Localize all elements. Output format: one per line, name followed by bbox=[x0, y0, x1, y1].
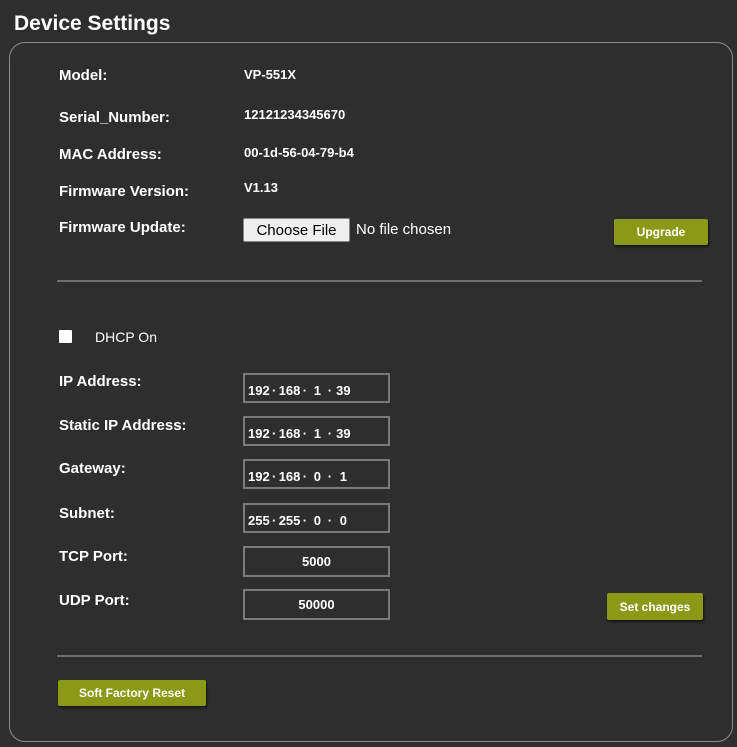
soft-factory-reset-button[interactable]: Soft Factory Reset bbox=[58, 680, 206, 706]
ip-octet: 0 bbox=[339, 513, 348, 528]
ip-octet: 0 bbox=[313, 469, 322, 484]
ip-octet: 1 bbox=[313, 426, 322, 441]
divider bbox=[57, 655, 702, 657]
ip-octet: 39 bbox=[336, 383, 351, 398]
udp-port-input[interactable]: 50000 bbox=[243, 589, 390, 620]
choose-file-button[interactable]: Choose File bbox=[243, 218, 350, 242]
ip-octet: 255 bbox=[278, 513, 301, 528]
static-ip-label: Static IP Address: bbox=[59, 417, 187, 434]
ip-octet: 192 bbox=[248, 383, 270, 398]
model-value: VP-551X bbox=[244, 67, 297, 82]
subnet-label: Subnet: bbox=[59, 505, 115, 522]
static-ip-input[interactable]: 192 · 168 · 1 · 39 bbox=[243, 416, 390, 446]
tcp-port-input[interactable]: 5000 bbox=[243, 546, 390, 577]
ip-octet: 0 bbox=[313, 513, 322, 528]
mac-address-label: MAC Address: bbox=[59, 146, 162, 163]
firmware-version-value: V1.13 bbox=[244, 180, 278, 195]
ip-octet: 192 bbox=[248, 469, 270, 484]
firmware-update-label: Firmware Update: bbox=[59, 219, 186, 236]
ip-octet: 39 bbox=[336, 426, 351, 441]
ip-octet: 168 bbox=[278, 469, 301, 484]
gateway-label: Gateway: bbox=[59, 460, 126, 477]
firmware-version-label: Firmware Version: bbox=[59, 183, 190, 200]
serial-number-value: 12121234345670 bbox=[244, 107, 346, 122]
set-changes-button[interactable]: Set changes bbox=[607, 593, 703, 620]
ip-octet: 192 bbox=[248, 426, 270, 441]
subnet-input[interactable]: 255 · 255 · 0 · 0 bbox=[243, 503, 390, 533]
dhcp-label: DHCP On bbox=[95, 329, 157, 345]
ip-octet: 1 bbox=[339, 469, 348, 484]
ip-octet: 168 bbox=[278, 383, 301, 398]
no-file-chosen-text: No file chosen bbox=[356, 221, 452, 238]
gateway-input[interactable]: 192 · 168 · 0 · 1 bbox=[243, 459, 390, 489]
serial-number-label: Serial_Number: bbox=[59, 109, 170, 126]
divider bbox=[57, 280, 702, 282]
mac-address-value: 00-1d-56-04-79-b4 bbox=[244, 145, 354, 160]
ip-octet: 255 bbox=[248, 513, 270, 528]
page-title: Device Settings bbox=[14, 12, 171, 35]
tcp-port-label: TCP Port: bbox=[59, 548, 128, 565]
ip-octet: 168 bbox=[278, 426, 301, 441]
dhcp-checkbox[interactable] bbox=[59, 330, 72, 343]
ip-address-input[interactable]: 192 · 168 · 1 · 39 bbox=[243, 373, 390, 403]
upgrade-button[interactable]: Upgrade bbox=[614, 219, 708, 245]
ip-octet: 1 bbox=[313, 383, 322, 398]
ip-address-label: IP Address: bbox=[59, 373, 142, 390]
udp-port-label: UDP Port: bbox=[59, 592, 130, 609]
model-label: Model: bbox=[59, 67, 108, 84]
